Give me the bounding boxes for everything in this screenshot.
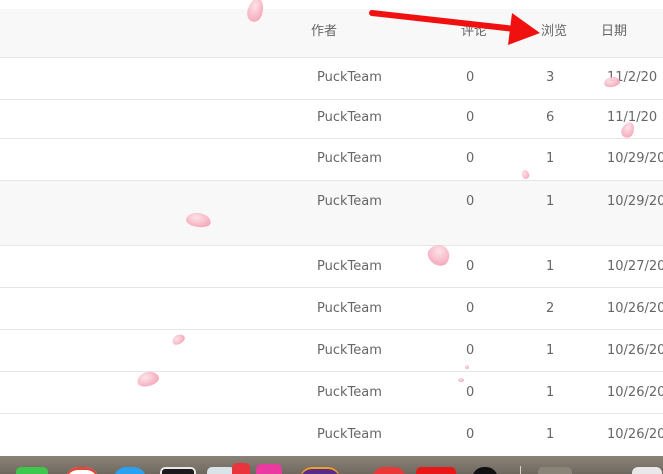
author-link[interactable]: PuckTeam bbox=[317, 427, 382, 442]
chrome-icon[interactable] bbox=[66, 467, 98, 474]
preview-icon[interactable] bbox=[207, 467, 235, 474]
post-date: 10/26/20 bbox=[607, 385, 663, 400]
author-link[interactable]: PuckTeam bbox=[317, 343, 382, 358]
table-row[interactable]: PuckTeam 0 1 10/29/20 bbox=[0, 139, 663, 181]
notion-icon[interactable] bbox=[472, 467, 498, 474]
comment-count: 0 bbox=[466, 301, 475, 316]
view-count: 1 bbox=[546, 343, 555, 358]
top-strip bbox=[0, 0, 663, 9]
petal-decoration bbox=[458, 378, 464, 382]
view-count: 1 bbox=[546, 385, 555, 400]
author-link[interactable]: PuckTeam bbox=[317, 194, 382, 209]
table-row[interactable]: PuckTeam 0 1 10/26/20 bbox=[0, 414, 663, 455]
trash-icon[interactable] bbox=[632, 467, 662, 474]
petal-decoration bbox=[465, 365, 469, 369]
table-row[interactable]: PuckTeam 0 1 10/26/20 bbox=[0, 330, 663, 372]
comment-count: 0 bbox=[466, 259, 475, 274]
table-row[interactable]: PuckTeam 0 2 10/26/20 bbox=[0, 288, 663, 330]
column-header-date[interactable]: 日期 bbox=[601, 9, 627, 57]
author-link[interactable]: PuckTeam bbox=[317, 110, 382, 125]
photos-icon[interactable] bbox=[232, 463, 250, 474]
topic-list-table: 作者 评论 浏览 日期 PuckTeam 0 3 11/2/20 PuckTea… bbox=[0, 9, 663, 455]
table-row[interactable]: PuckTeam 0 6 11/1/20 bbox=[0, 100, 663, 139]
safari-icon[interactable] bbox=[114, 467, 146, 474]
comment-count: 0 bbox=[466, 343, 475, 358]
adobe-icon[interactable] bbox=[372, 467, 406, 474]
view-count: 6 bbox=[546, 110, 555, 125]
finder-icon[interactable] bbox=[538, 467, 572, 474]
messages-icon[interactable] bbox=[16, 467, 48, 474]
view-count: 1 bbox=[546, 427, 555, 442]
dock bbox=[0, 456, 663, 474]
column-header-author[interactable]: 作者 bbox=[311, 9, 337, 57]
author-link[interactable]: PuckTeam bbox=[317, 301, 382, 316]
comment-count: 0 bbox=[466, 427, 475, 442]
view-count: 2 bbox=[546, 301, 555, 316]
author-link[interactable]: PuckTeam bbox=[317, 385, 382, 400]
post-date: 10/27/20 bbox=[607, 259, 663, 274]
comment-count: 0 bbox=[466, 194, 475, 209]
view-count: 1 bbox=[546, 151, 555, 166]
comment-count: 0 bbox=[466, 151, 475, 166]
terminal-icon[interactable] bbox=[160, 467, 196, 474]
comment-count: 0 bbox=[466, 385, 475, 400]
column-header-views[interactable]: 浏览 bbox=[541, 9, 567, 57]
post-date: 10/26/20 bbox=[607, 427, 663, 442]
view-count: 1 bbox=[546, 259, 555, 274]
post-date: 10/29/20 bbox=[607, 194, 663, 209]
post-date: 10/29/20 bbox=[607, 151, 663, 166]
dock-separator bbox=[520, 466, 521, 474]
post-date: 10/26/20 bbox=[607, 343, 663, 358]
video-icon[interactable] bbox=[416, 467, 456, 474]
column-header-comments[interactable]: 评论 bbox=[461, 9, 487, 57]
table-row[interactable]: PuckTeam 0 1 10/26/20 bbox=[0, 372, 663, 414]
table-row[interactable]: PuckTeam 0 3 11/2/20 bbox=[0, 58, 663, 100]
comment-count: 0 bbox=[466, 70, 475, 85]
view-count: 3 bbox=[546, 70, 555, 85]
author-link[interactable]: PuckTeam bbox=[317, 70, 382, 85]
view-count: 1 bbox=[546, 194, 555, 209]
author-link[interactable]: PuckTeam bbox=[317, 259, 382, 274]
post-date: 10/26/20 bbox=[607, 301, 663, 316]
app-icon[interactable] bbox=[256, 464, 282, 474]
comment-count: 0 bbox=[466, 110, 475, 125]
table-row[interactable]: PuckTeam 0 1 10/29/20 bbox=[0, 181, 663, 246]
author-link[interactable]: PuckTeam bbox=[317, 151, 382, 166]
table-header: 作者 评论 浏览 日期 bbox=[0, 9, 663, 58]
browser-icon[interactable] bbox=[300, 467, 340, 474]
table-row[interactable]: PuckTeam 0 1 10/27/20 bbox=[0, 246, 663, 288]
